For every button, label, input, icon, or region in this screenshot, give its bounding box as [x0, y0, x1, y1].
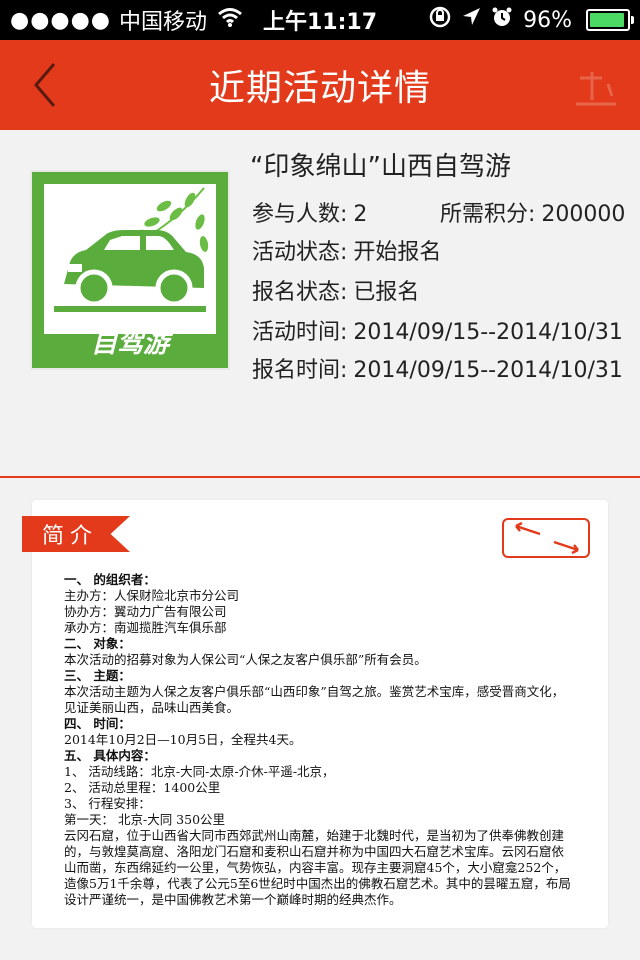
activity-thumbnail: 自驾游 — [30, 170, 230, 370]
battery-percent: 96% — [523, 7, 572, 33]
intro-line: 第一天： 北京-大同 350公里 — [64, 812, 226, 827]
intro-line: 承办方：南迦揽胜汽车俱乐部 — [64, 620, 227, 635]
intro-line: 主办方：人保财险北京市分公司 — [64, 588, 240, 603]
intro-line: 本次活动的招募对象为人保公司“人保之友客户俱乐部”所有会员。 — [64, 652, 427, 667]
signup-status-value: 已报名 — [353, 280, 420, 305]
signup-time-value: 2014/09/15--2014/10/31 — [353, 358, 623, 383]
expand-arrows-icon — [515, 521, 579, 555]
intro-line: 一、 的组织者： — [64, 572, 156, 587]
back-button[interactable] — [26, 62, 66, 108]
intro-line: 山而凿，东西绵延约一公里，气势恢弘，内容丰富。现存主要洞窟45个，大小窟龛252… — [64, 860, 567, 875]
intro-line: 设计严谨统一，是中国佛教艺术第一个巅峰时期的经典杰作。 — [64, 892, 402, 907]
intro-line: 的，与敦煌莫高窟、洛阳龙门石窟和麦积山石窟并称为中国四大石窟艺术宝库。云冈石窟依 — [64, 844, 565, 859]
thumb-label: 自驾游 — [90, 329, 169, 359]
intro-line: 三、 主题： — [64, 668, 131, 683]
intro-line: 二、 对象： — [64, 636, 131, 651]
alarm-icon — [491, 6, 513, 34]
activity-time-value: 2014/09/15--2014/10/31 — [353, 320, 623, 345]
activity-status-value: 开始报名 — [353, 240, 442, 265]
signup-time-label: 报名时间: — [252, 358, 348, 383]
intro-line: 五、 具体内容： — [64, 748, 156, 763]
chevron-left-icon — [34, 63, 56, 107]
nav-bar: 近期活动详情 — [0, 40, 640, 130]
points-value: 200000 — [541, 202, 626, 227]
intro-line: 协办方：翼动力广告有限公司 — [64, 604, 227, 619]
rotation-lock-icon — [429, 6, 451, 34]
intro-line: 见证美丽山西，品味山西美食。 — [64, 700, 240, 715]
signup-time-row: 报名时间: 2014/09/15--2014/10/31 — [252, 352, 623, 384]
intro-line: 2014年10月2日—10月5日，全程共4天。 — [64, 732, 302, 747]
intro-line: 3、 行程安排： — [64, 796, 151, 811]
location-arrow-icon — [461, 7, 481, 33]
participants-row: 参与人数: 2 — [252, 196, 367, 228]
intro-line: 本次活动主题为人保之友客户俱乐部“山西印象”自驾之旅。鉴赏艺术宝库，感受晋商文化… — [64, 684, 565, 699]
intro-line: 1、 活动线路：北京-大同-太原-介休-平遥-北京， — [64, 764, 335, 779]
points-row: 所需积分: 200000 — [440, 196, 625, 228]
intro-line: 四、 时间： — [64, 716, 131, 731]
participants-value: 2 — [353, 202, 368, 227]
page-title: 近期活动详情 — [208, 68, 431, 109]
activity-time-row: 活动时间: 2014/09/15--2014/10/31 — [252, 314, 623, 346]
activity-title: “印象绵山”山西自驾游 — [250, 152, 511, 182]
car-illustration — [44, 184, 216, 334]
battery-icon — [586, 9, 634, 31]
points-label: 所需积分: — [440, 202, 536, 227]
intro-line: 2、 活动总里程：1400公里 — [64, 780, 221, 795]
signup-status-row: 报名状态: 已报名 — [252, 274, 419, 306]
intro-content: 一、 的组织者： 主办方：人保财险北京市分公司 协办方：翼动力广告有限公司 承办方：南… — [64, 572, 594, 908]
activity-info: 自驾游 “印象绵山”山西自驾游 参与人数: 2 所需积分: 200000 活动状态:… — [0, 130, 640, 475]
signup-status-label: 报名状态: — [252, 280, 348, 305]
participants-label: 参与人数: — [252, 202, 348, 227]
activity-status-label: 活动状态: — [252, 240, 348, 265]
intro-tag-label: 简介 — [42, 524, 99, 549]
activity-time-label: 活动时间: — [252, 320, 348, 345]
expand-button[interactable] — [502, 518, 590, 558]
section-divider — [0, 476, 640, 478]
intro-line: 造像5万1千余尊，代表了公元5至6世纪时中国杰出的佛教石窟艺术。其中的昙曜五窟，… — [64, 876, 571, 891]
decorative-mark-icon — [572, 70, 620, 110]
status-bar: ●●●●● 中国移动 上午11:17 96% — [0, 0, 640, 40]
activity-status-row: 活动状态: 开始报名 — [252, 234, 441, 266]
intro-line: 云冈石窟，位于山西省大同市西郊武州山南麓，始建于北魏时代，是当初为了供奉佛教创建 — [64, 828, 565, 843]
status-right: 96% — [429, 0, 634, 40]
